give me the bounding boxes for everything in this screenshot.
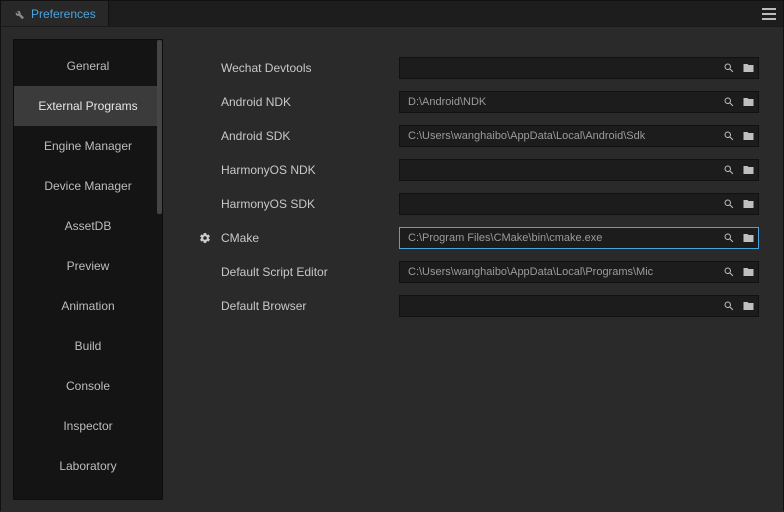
hamburger-icon	[762, 8, 776, 20]
sidebar-item-label: Animation	[61, 299, 114, 313]
sidebar-item-device-manager[interactable]: Device Manager	[14, 166, 162, 206]
path-input[interactable]	[399, 159, 759, 181]
content-panel: Wechat Devtools Android NDK Android SDK Har…	[167, 27, 783, 512]
titlebar: Preferences	[1, 1, 783, 27]
search-icon[interactable]	[722, 231, 736, 245]
sidebar-item-animation[interactable]: Animation	[14, 286, 162, 326]
path-input[interactable]	[399, 125, 759, 147]
field-label: Wechat Devtools	[221, 61, 391, 75]
form-row-harmonyos-ndk: HarmonyOS NDK	[197, 153, 759, 187]
form-row-wechat-devtools: Wechat Devtools	[197, 51, 759, 85]
sidebar-item-general[interactable]: General	[14, 46, 162, 86]
folder-icon[interactable]	[741, 299, 755, 313]
field-wrap	[399, 193, 759, 215]
field-label: Android NDK	[221, 95, 391, 109]
form-row-harmonyos-sdk: HarmonyOS SDK	[197, 187, 759, 221]
folder-icon[interactable]	[741, 95, 755, 109]
form-row-default-script-editor: Default Script Editor	[197, 255, 759, 289]
sidebar-item-inspector[interactable]: Inspector	[14, 406, 162, 446]
sidebar-item-label: Inspector	[63, 419, 112, 433]
menu-button[interactable]	[755, 1, 783, 26]
folder-icon[interactable]	[741, 265, 755, 279]
sidebar-item-label: General	[67, 59, 110, 73]
search-icon[interactable]	[722, 95, 736, 109]
field-label: HarmonyOS SDK	[221, 197, 391, 211]
tab-title: Preferences	[31, 7, 96, 21]
sidebar-item-label: Device Manager	[44, 179, 131, 193]
wrench-icon	[13, 8, 25, 20]
path-input[interactable]	[399, 295, 759, 317]
sidebar-item-label: AssetDB	[65, 219, 112, 233]
sidebar-scrollbar[interactable]	[157, 40, 162, 214]
sidebar-item-label: Engine Manager	[44, 139, 132, 153]
search-icon[interactable]	[722, 197, 736, 211]
form-row-android-ndk: Android NDK	[197, 85, 759, 119]
search-icon[interactable]	[722, 299, 736, 313]
folder-icon[interactable]	[741, 61, 755, 75]
path-input[interactable]	[399, 193, 759, 215]
path-input[interactable]	[399, 57, 759, 79]
sidebar-item-assetdb[interactable]: AssetDB	[14, 206, 162, 246]
tab-preferences[interactable]: Preferences	[1, 1, 109, 26]
field-wrap	[399, 159, 759, 181]
sidebar-item-laboratory[interactable]: Laboratory	[14, 446, 162, 486]
sidebar-item-preview[interactable]: Preview	[14, 246, 162, 286]
field-wrap	[399, 261, 759, 283]
sidebar: General External Programs Engine Manager De…	[13, 39, 163, 500]
sidebar-wrap: General External Programs Engine Manager De…	[1, 27, 167, 512]
sidebar-item-label: Preview	[67, 259, 110, 273]
search-icon[interactable]	[722, 61, 736, 75]
field-wrap	[399, 125, 759, 147]
field-label: HarmonyOS NDK	[221, 163, 391, 177]
sidebar-item-console[interactable]: Console	[14, 366, 162, 406]
sidebar-item-label: External Programs	[38, 99, 137, 113]
path-input[interactable]	[399, 227, 759, 249]
gear-icon[interactable]	[197, 232, 213, 244]
folder-icon[interactable]	[741, 197, 755, 211]
field-label: Default Script Editor	[221, 265, 391, 279]
sidebar-item-label: Console	[66, 379, 110, 393]
sidebar-item-label: Laboratory	[59, 459, 116, 473]
main: General External Programs Engine Manager De…	[1, 27, 783, 512]
field-label: Default Browser	[221, 299, 391, 313]
sidebar-item-engine-manager[interactable]: Engine Manager	[14, 126, 162, 166]
folder-icon[interactable]	[741, 163, 755, 177]
sidebar-item-build[interactable]: Build	[14, 326, 162, 366]
field-label: Android SDK	[221, 129, 391, 143]
form-row-cmake: CMake	[197, 221, 759, 255]
field-wrap	[399, 227, 759, 249]
search-icon[interactable]	[722, 163, 736, 177]
path-input[interactable]	[399, 91, 759, 113]
folder-icon[interactable]	[741, 231, 755, 245]
path-input[interactable]	[399, 261, 759, 283]
form-row-android-sdk: Android SDK	[197, 119, 759, 153]
field-wrap	[399, 91, 759, 113]
field-wrap	[399, 57, 759, 79]
search-icon[interactable]	[722, 129, 736, 143]
sidebar-item-external-programs[interactable]: External Programs	[14, 86, 162, 126]
form-row-default-browser: Default Browser	[197, 289, 759, 323]
folder-icon[interactable]	[741, 129, 755, 143]
field-wrap	[399, 295, 759, 317]
sidebar-item-label: Build	[75, 339, 102, 353]
search-icon[interactable]	[722, 265, 736, 279]
field-label: CMake	[221, 231, 391, 245]
